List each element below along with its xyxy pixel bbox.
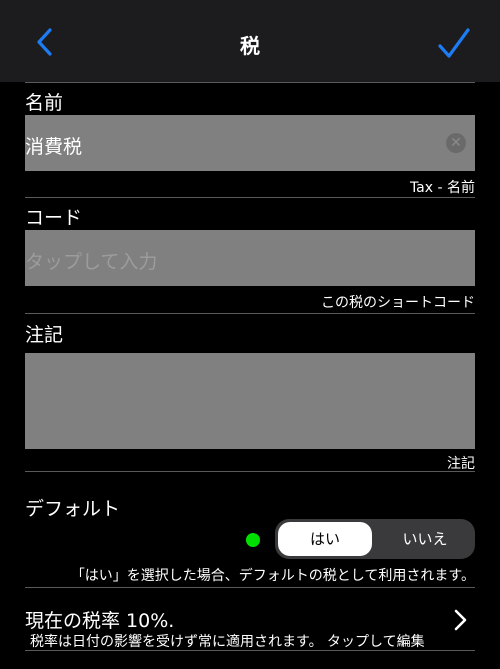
name-hint: Tax - 名前: [409, 180, 475, 196]
name-label: 名前: [25, 92, 64, 114]
divider: [25, 313, 475, 314]
name-field[interactable]: 消費税 ✕: [25, 115, 475, 171]
code-label: コード: [25, 207, 83, 229]
tax-rate-title: 現在の税率 10%.: [25, 610, 175, 632]
note-field[interactable]: [25, 353, 475, 449]
divider: [25, 650, 475, 651]
navigation-bar: 税: [0, 0, 500, 82]
note-label: 注記: [25, 324, 64, 346]
default-segmented-control[interactable]: はい いいえ: [275, 519, 475, 559]
page-title: 税: [240, 34, 260, 58]
segment-no[interactable]: いいえ: [378, 522, 472, 556]
name-field-value: 消費税: [25, 136, 83, 158]
divider: [25, 82, 475, 83]
clear-icon[interactable]: ✕: [446, 133, 466, 153]
tax-rate-subtitle: 税率は日付の影響を受けず常に適用されます。 タップして編集: [30, 634, 425, 650]
code-hint: この税のショートコード: [321, 295, 475, 311]
code-field[interactable]: タップして入力: [25, 230, 475, 286]
divider: [25, 471, 475, 472]
segment-yes[interactable]: はい: [278, 522, 372, 556]
tax-rate-row[interactable]: 現在の税率 10%. 税率は日付の影響を受けず常に適用されます。 タップして編集: [0, 588, 500, 650]
note-hint: 注記: [447, 456, 475, 472]
checkmark-icon[interactable]: [436, 26, 472, 60]
default-description: 「はい」を選択した場合、デフォルトの税として利用されます。: [70, 568, 475, 584]
default-label: デフォルト: [25, 498, 121, 520]
status-indicator: [246, 533, 260, 547]
code-field-placeholder: タップして入力: [25, 251, 158, 273]
divider: [25, 197, 475, 198]
chevron-right-icon: [454, 609, 467, 631]
